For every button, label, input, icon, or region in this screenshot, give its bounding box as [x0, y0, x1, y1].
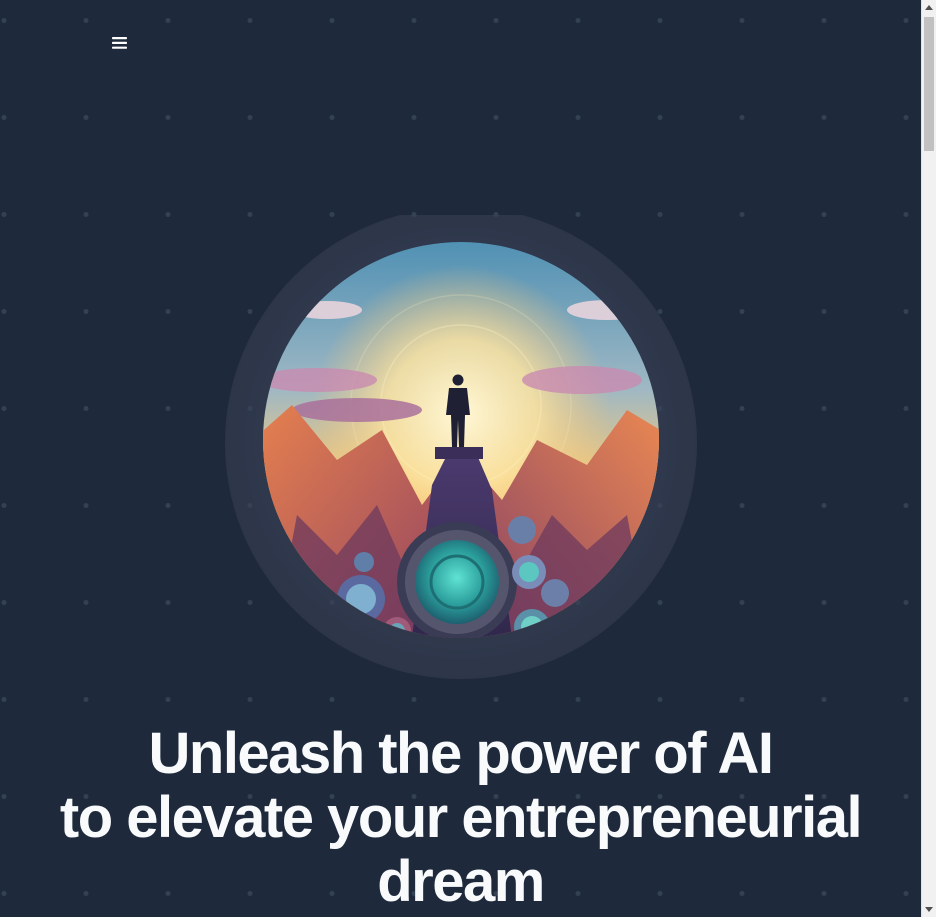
hero-illustration [216, 215, 706, 688]
hero-headline: Unleash the power of AI to elevate your … [0, 722, 921, 914]
headline-line-2: to elevate your entrepreneurial [59, 785, 863, 850]
headline-line-3: dream [377, 849, 545, 914]
landing-page: Unleash the power of AI to elevate your … [0, 0, 921, 917]
vertical-scrollbar[interactable] [921, 0, 936, 917]
hamburger-menu-icon [112, 37, 127, 49]
scrollbar-thumb[interactable] [924, 17, 934, 151]
headline-line-1: Unleash the power of AI [148, 721, 774, 786]
scroll-up-arrow-icon[interactable] [925, 5, 933, 10]
menu-button[interactable] [106, 29, 134, 57]
scroll-down-arrow-icon[interactable] [925, 907, 933, 912]
